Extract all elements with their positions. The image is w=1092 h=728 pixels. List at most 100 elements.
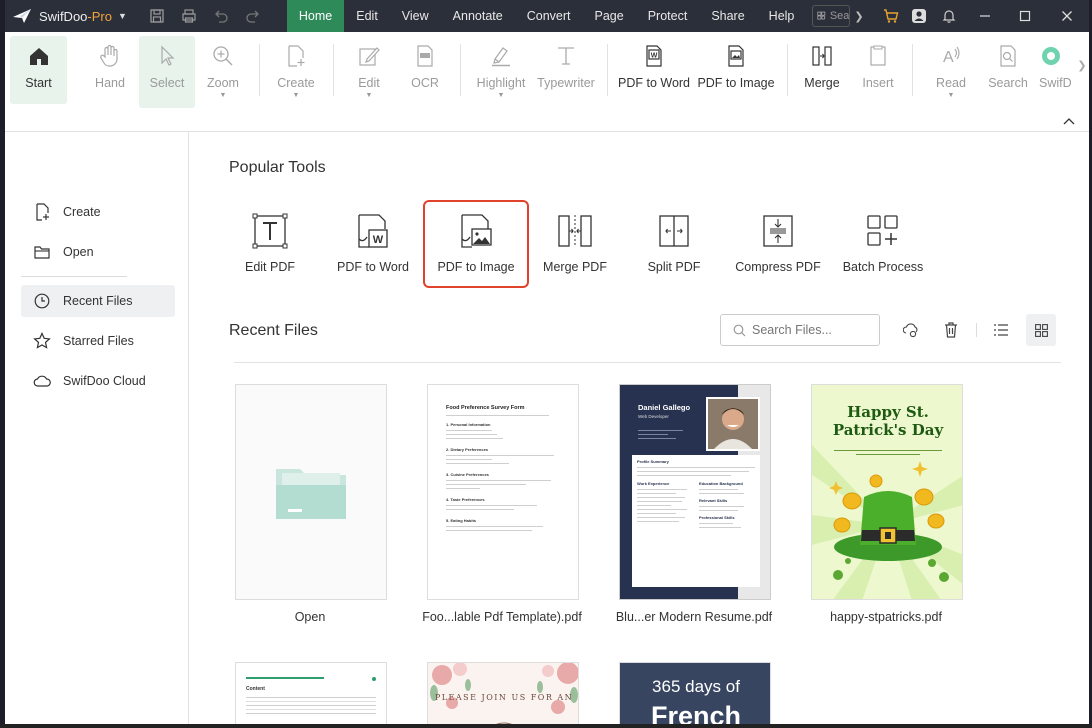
ribbon-pdf-to-image-label: PDF to Image xyxy=(697,76,775,90)
sidebar-item-label: Starred Files xyxy=(63,334,134,348)
file-card-row2-2[interactable]: PLEASE JOIN US FOR AN xyxy=(427,662,579,724)
menu-help[interactable]: Help xyxy=(757,0,807,32)
ribbon-typewriter-button[interactable]: Typewriter xyxy=(535,36,597,104)
title-bar-controls xyxy=(877,0,1089,32)
thumb-section: 1. Personal Information xyxy=(446,422,491,427)
tool-label: Edit PDF xyxy=(244,260,295,274)
ribbon-scroll-right-icon[interactable]: ❯ xyxy=(1075,36,1089,94)
sidebar-item-recent-files[interactable]: Recent Files xyxy=(21,285,175,317)
thumb-text-line xyxy=(637,489,688,490)
tool-pdf-to-image[interactable]: PDF to Image xyxy=(423,200,529,288)
ribbon-pdf-to-image-button[interactable]: PDF to Image xyxy=(697,36,775,104)
search-icon xyxy=(733,324,746,337)
highlight-dropdown-caret-icon: ▼ xyxy=(497,92,505,99)
tool-merge-pdf[interactable]: Merge PDF xyxy=(524,202,626,286)
save-icon[interactable] xyxy=(141,0,173,32)
thumb-text-line xyxy=(446,463,509,464)
search-files-input[interactable] xyxy=(720,314,880,346)
highlighter-icon xyxy=(490,40,512,72)
print-icon[interactable] xyxy=(173,0,205,32)
minimize-button[interactable] xyxy=(965,0,1005,32)
thumb-text-line xyxy=(446,438,503,439)
file-card-food-survey[interactable]: Food Preference Survey Form 1. Personal … xyxy=(427,384,579,600)
account-avatar-icon[interactable] xyxy=(905,0,933,32)
ribbon-swifdoo-ai-button[interactable]: SwifD xyxy=(1039,36,1075,104)
menu-annotate[interactable]: Annotate xyxy=(441,0,515,32)
thumb-text-line xyxy=(446,430,492,431)
cloud-icon xyxy=(33,374,51,388)
file-card-resume[interactable]: Daniel Gallego Web Developer Profile Sum… xyxy=(619,384,771,600)
menu-view[interactable]: View xyxy=(390,0,441,32)
ribbon-select-button[interactable]: Select xyxy=(139,36,195,108)
menu-convert[interactable]: Convert xyxy=(515,0,583,32)
ribbon-edit-button[interactable]: Edit ▼ xyxy=(348,36,390,104)
ribbon-zoom-label: Zoom xyxy=(207,76,239,90)
close-button[interactable] xyxy=(1045,0,1089,32)
ribbon-create-label: Create xyxy=(277,76,315,90)
ribbon-highlight-button[interactable]: Highlight ▼ xyxy=(472,36,530,104)
notification-bell-icon[interactable] xyxy=(933,0,965,32)
redo-icon[interactable] xyxy=(237,0,269,32)
sidebar-item-label: Create xyxy=(63,205,101,219)
menu-home[interactable]: Home xyxy=(286,0,345,32)
menu-scroll-right-icon[interactable]: ❯ xyxy=(854,10,863,23)
ribbon-search-button[interactable]: Search xyxy=(985,36,1031,104)
menu-protect[interactable]: Protect xyxy=(636,0,700,32)
sidebar-item-starred-files[interactable]: Starred Files xyxy=(21,325,175,357)
thumb-text-line xyxy=(834,450,942,451)
thumb-text-line xyxy=(855,454,921,455)
ribbon-edit-label: Edit xyxy=(358,76,380,90)
collapse-ribbon-icon[interactable] xyxy=(1063,116,1075,128)
file-card-stpatricks[interactable]: Happy St. Patrick's Day xyxy=(811,384,963,600)
menu-page[interactable]: Page xyxy=(583,0,636,32)
file-card-open[interactable] xyxy=(235,384,387,600)
ribbon-insert-button[interactable]: Insert xyxy=(857,36,899,104)
undo-icon[interactable] xyxy=(205,0,237,32)
file-card-row2-3[interactable]: 365 days of French xyxy=(619,662,771,724)
search-files-field[interactable] xyxy=(752,323,862,337)
maximize-button[interactable] xyxy=(1005,0,1045,32)
tool-label: Compress PDF xyxy=(735,260,821,274)
menu-share[interactable]: Share xyxy=(699,0,756,32)
thumb-stpatricks-subtitle xyxy=(834,447,942,458)
ribbon-select-label: Select xyxy=(149,76,185,90)
ribbon-hand-button[interactable]: Hand xyxy=(85,36,135,104)
ribbon-pdf-to-word-button[interactable]: W PDF to Word xyxy=(618,36,690,104)
thumb-stpatricks-line2: Patrick's Day xyxy=(832,421,944,439)
edit-pencil-icon xyxy=(358,40,380,72)
sidebar-item-create[interactable]: Create xyxy=(21,196,175,228)
ribbon-start-button[interactable]: Start xyxy=(10,36,67,104)
grid-view-icon[interactable] xyxy=(1026,314,1056,346)
thumb-text-line xyxy=(246,701,376,702)
tool-edit-pdf[interactable]: Edit PDF xyxy=(219,202,321,286)
sidebar-item-open[interactable]: Open xyxy=(21,236,175,268)
thumb-section: Professional Skills xyxy=(699,515,735,520)
tool-batch-process[interactable]: Batch Process xyxy=(832,202,934,286)
tool-label: Split PDF xyxy=(647,260,701,274)
list-view-icon[interactable] xyxy=(986,314,1016,346)
sidebar-item-swifdoo-cloud[interactable]: SwifDoo Cloud xyxy=(21,365,175,397)
tool-pdf-to-word[interactable]: W PDF to Word xyxy=(322,202,424,286)
app-menu-caret-icon[interactable]: ▼ xyxy=(118,11,127,21)
app-window: SwifDoo-Pro ▼ Home Edit View Annotate Co… xyxy=(5,0,1089,724)
merge-icon xyxy=(557,212,593,250)
cart-icon[interactable] xyxy=(877,0,905,32)
tool-compress-pdf[interactable]: Compress PDF xyxy=(727,202,829,286)
thumb-text-line xyxy=(637,497,685,498)
delete-trash-icon[interactable] xyxy=(936,314,966,346)
ribbon-zoom-button[interactable]: Zoom ▼ xyxy=(200,36,246,104)
create-file-icon xyxy=(285,40,307,72)
title-search-box[interactable]: Sea xyxy=(812,5,851,27)
zoom-dropdown-caret-icon: ▼ xyxy=(219,92,227,99)
batch-grid-icon xyxy=(865,212,901,250)
thumb-text-line xyxy=(637,509,688,510)
ribbon-ocr-button[interactable]: OCR xyxy=(404,36,446,104)
ribbon-merge-button[interactable]: Merge xyxy=(800,36,844,104)
file-card-row2-1[interactable]: Content xyxy=(235,662,387,724)
thumb-text-line xyxy=(446,505,538,506)
ribbon-create-button[interactable]: Create ▼ xyxy=(273,36,319,104)
tool-split-pdf[interactable]: Split PDF xyxy=(623,202,725,286)
ribbon-read-button[interactable]: A Read ▼ xyxy=(931,36,971,104)
menu-edit[interactable]: Edit xyxy=(344,0,390,32)
cloud-sync-icon[interactable] xyxy=(896,314,926,346)
